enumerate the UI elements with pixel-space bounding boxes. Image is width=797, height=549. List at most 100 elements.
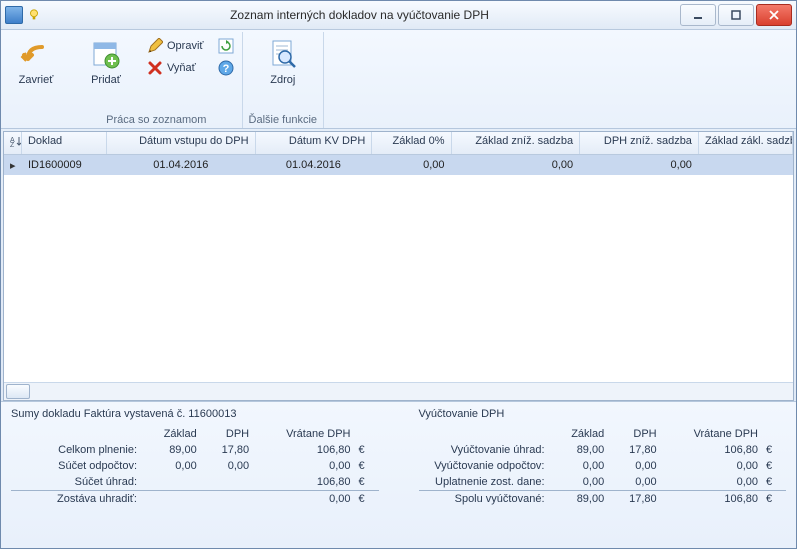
col-base-low[interactable]: Základ zníž. sadzba [452, 132, 581, 154]
col-base-std[interactable]: Základ zákl. sadzba [699, 132, 793, 154]
summary-panel: Sumy dokladu Faktúra vystavená č. 116000… [1, 401, 796, 548]
currency: € [764, 458, 786, 474]
sr-rest-base: 0,00 [551, 474, 611, 491]
source-label: Zdroj [270, 74, 295, 86]
close-button[interactable] [756, 4, 792, 26]
col-vat-low[interactable]: DPH zníž. sadzba [580, 132, 699, 154]
currency: € [357, 442, 379, 458]
sl-ded-label: Súčet odpočtov: [11, 458, 143, 474]
summary-left: Sumy dokladu Faktúra vystavená č. 116000… [11, 408, 379, 544]
pencil-icon [147, 38, 163, 54]
cell-doc: ID1600009 [22, 159, 107, 171]
titlebar: Zoznam interných dokladov na vyúčtovanie… [1, 1, 796, 30]
ribbon-group-list-label: Práca so zoznamom [106, 112, 206, 128]
remove-icon [147, 60, 163, 76]
help-button[interactable]: ? [216, 58, 236, 78]
summary-right: Vyúčtovanie DPH Základ DPH Vrátane DPH V… [419, 408, 787, 544]
sr-sum-gross: 106,80 [663, 491, 764, 508]
sr-ded-gross: 0,00 [663, 458, 764, 474]
ribbon-group-more-label: Ďalšie funkcie [249, 112, 317, 128]
currency: € [357, 474, 379, 491]
ribbon-group-more: Zdroj Ďalšie funkcie [243, 32, 324, 128]
currency: € [357, 458, 379, 474]
sr-rest-vat: 0,00 [610, 474, 662, 491]
sr-rest-label: Uplatnenie zost. dane: [419, 474, 551, 491]
sl-ded-gross: 0,00 [255, 458, 356, 474]
ribbon-group-close: Zavrieť [1, 32, 71, 128]
col-base-0[interactable]: Základ 0% [372, 132, 451, 154]
ribbon-group-list: Pridať Opraviť Vyňať [71, 32, 243, 128]
refresh-button[interactable] [216, 36, 236, 56]
magnifier-doc-icon [266, 38, 300, 72]
sort-indicator-icon[interactable]: AZ [4, 132, 22, 154]
close-doc-label: Zavrieť [19, 74, 54, 86]
sr-ded-vat: 0,00 [610, 458, 662, 474]
summary-right-table: Základ DPH Vrátane DPH Vyúčtovanie úhrad… [419, 426, 787, 507]
sl-paid-gross: 106,80 [255, 474, 356, 491]
sr-pay-label: Vyúčtovanie úhrad: [419, 442, 551, 458]
app-window: Zoznam interných dokladov na vyúčtovanie… [0, 0, 797, 549]
row-pointer-icon: ▸ [4, 159, 22, 172]
horizontal-scrollbar[interactable] [4, 382, 793, 400]
cell-date-kv: 01.04.2016 [256, 159, 373, 171]
currency: € [357, 491, 379, 508]
grid: AZ Doklad Dátum vstupu do DPH Dátum KV D… [3, 131, 794, 401]
sr-sum-vat: 17,80 [610, 491, 662, 508]
cell-base0: 0,00 [372, 159, 451, 171]
currency: € [764, 474, 786, 491]
sl-ded-vat: 0,00 [203, 458, 255, 474]
add-icon [89, 38, 123, 72]
grid-header: AZ Doklad Dátum vstupu do DPH Dátum KV D… [4, 132, 793, 155]
sr-head-gross: Vrátane DPH [663, 426, 764, 442]
sr-rest-gross: 0,00 [663, 474, 764, 491]
sl-remain-gross: 0,00 [255, 491, 356, 508]
add-button[interactable]: Pridať [77, 34, 135, 90]
col-date-kv-dph[interactable]: Dátum KV DPH [256, 132, 373, 154]
maximize-button[interactable] [718, 4, 754, 26]
edit-button[interactable]: Opraviť [141, 36, 210, 56]
app-icon [5, 6, 23, 24]
lightbulb-icon[interactable] [27, 8, 41, 22]
sl-head-vat: DPH [203, 426, 255, 442]
sl-head-base: Základ [143, 426, 203, 442]
summary-left-title: Sumy dokladu Faktúra vystavená č. 116000… [11, 408, 379, 420]
sl-total-vat: 17,80 [203, 442, 255, 458]
sr-head-vat: DPH [610, 426, 662, 442]
sl-paid-label: Súčet úhrad: [11, 474, 143, 491]
source-button[interactable]: Zdroj [254, 34, 312, 90]
cell-vat-low: 0,00 [580, 159, 699, 171]
close-doc-button[interactable]: Zavrieť [7, 34, 65, 90]
svg-text:?: ? [222, 63, 229, 75]
window-title: Zoznam interných dokladov na vyúčtovanie… [41, 8, 678, 22]
cell-base-low: 0,00 [452, 159, 581, 171]
edit-label: Opraviť [167, 40, 204, 52]
refresh-icon [218, 38, 234, 54]
scroll-thumb[interactable] [6, 384, 30, 399]
remove-button[interactable]: Vyňať [141, 58, 210, 78]
table-row[interactable]: ▸ ID1600009 01.04.2016 01.04.2016 0,00 0… [4, 155, 793, 175]
minimize-button[interactable] [680, 4, 716, 26]
sr-pay-gross: 106,80 [663, 442, 764, 458]
col-date-in-dph[interactable]: Dátum vstupu do DPH [107, 132, 255, 154]
sl-total-label: Celkom plnenie: [11, 442, 143, 458]
col-doklad[interactable]: Doklad [22, 132, 107, 154]
sr-pay-vat: 17,80 [610, 442, 662, 458]
sl-head-gross: Vrátane DPH [255, 426, 356, 442]
svg-text:Z: Z [10, 142, 15, 147]
remove-label: Vyňať [167, 62, 196, 74]
back-arrow-icon [19, 38, 53, 72]
sl-ded-base: 0,00 [143, 458, 203, 474]
grid-body[interactable]: ▸ ID1600009 01.04.2016 01.04.2016 0,00 0… [4, 155, 793, 382]
sr-ded-base: 0,00 [551, 458, 611, 474]
sr-head-base: Základ [551, 426, 611, 442]
sr-ded-label: Vyúčtovanie odpočtov: [419, 458, 551, 474]
help-icon: ? [218, 60, 234, 76]
add-label: Pridať [91, 74, 121, 86]
currency: € [764, 442, 786, 458]
summary-left-table: Základ DPH Vrátane DPH Celkom plnenie: 8… [11, 426, 379, 507]
sl-total-gross: 106,80 [255, 442, 356, 458]
summary-right-title: Vyúčtovanie DPH [419, 408, 787, 420]
sl-total-base: 89,00 [143, 442, 203, 458]
currency: € [764, 491, 786, 508]
ribbon: Zavrieť Pridať [1, 30, 796, 129]
